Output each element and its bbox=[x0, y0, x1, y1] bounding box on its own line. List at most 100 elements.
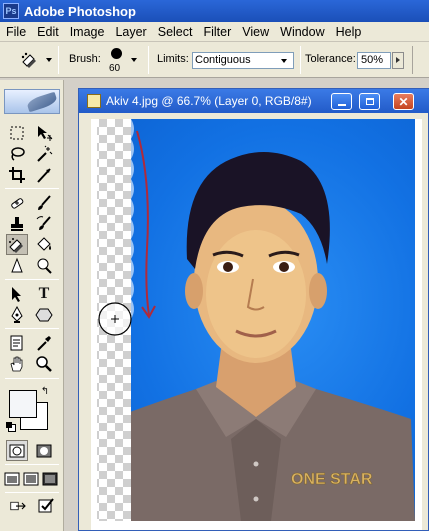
toolbox-divider bbox=[5, 279, 59, 280]
sharpen-tool[interactable] bbox=[6, 255, 28, 276]
screen-mode-menu-icon bbox=[23, 472, 39, 485]
menu-view[interactable]: View bbox=[236, 25, 274, 39]
eyedropper-tool[interactable] bbox=[33, 332, 55, 353]
custom-shape-tool[interactable] bbox=[33, 304, 55, 325]
dodge-tool[interactable] bbox=[33, 255, 55, 276]
quick-mask-icon bbox=[36, 444, 52, 457]
paint-bucket-icon bbox=[37, 236, 51, 251]
swap-colors-icon[interactable]: ↰ bbox=[38, 384, 52, 398]
menu-select[interactable]: Select bbox=[152, 25, 198, 39]
tolerance-slider-button[interactable] bbox=[392, 52, 404, 69]
crop-tool[interactable] bbox=[6, 164, 28, 185]
menu-image[interactable]: Image bbox=[64, 25, 110, 39]
toolbox-header[interactable] bbox=[4, 89, 60, 114]
restore-icon bbox=[365, 98, 374, 105]
hand-icon bbox=[10, 356, 23, 371]
slice-tool[interactable] bbox=[33, 164, 55, 185]
history-brush-tool[interactable] bbox=[33, 213, 55, 234]
path-selection-icon bbox=[12, 286, 21, 302]
hand-tool[interactable] bbox=[6, 353, 28, 374]
close-icon: ✕ bbox=[398, 94, 409, 109]
toolbox: T ↰ bbox=[0, 80, 64, 531]
foreground-color-swatch[interactable] bbox=[9, 390, 37, 418]
notes-tool[interactable] bbox=[6, 332, 28, 353]
minimize-icon bbox=[337, 103, 346, 106]
brush-tool[interactable] bbox=[33, 192, 55, 213]
close-button[interactable]: ✕ bbox=[393, 93, 414, 110]
toolbox-divider bbox=[5, 328, 59, 329]
eyedropper-icon bbox=[37, 335, 51, 351]
tool-preset-dropdown-icon[interactable] bbox=[46, 58, 52, 62]
checkmark-icon[interactable] bbox=[35, 495, 57, 516]
full-screen-mode-button[interactable] bbox=[41, 468, 59, 489]
limits-label: Limits: bbox=[157, 53, 189, 65]
options-divider bbox=[148, 46, 149, 74]
zoom-tool[interactable] bbox=[33, 353, 55, 374]
standard-mode-button[interactable] bbox=[6, 440, 28, 461]
background-eraser-icon bbox=[9, 237, 23, 253]
lasso-tool[interactable] bbox=[6, 143, 28, 164]
menu-layer[interactable]: Layer bbox=[109, 25, 151, 39]
type-tool[interactable]: T bbox=[33, 283, 55, 304]
document-title: Akiv 4.jpg @ 66.7% (Layer 0, RGB/8#) bbox=[106, 94, 312, 108]
quick-mask-button[interactable] bbox=[33, 440, 55, 461]
full-screen-menu-mode-button[interactable] bbox=[22, 468, 40, 489]
menu-help[interactable]: Help bbox=[330, 25, 367, 39]
app-titlebar: Ps Adobe Photoshop bbox=[0, 0, 429, 22]
minimize-button[interactable] bbox=[331, 93, 352, 110]
eraser-overlay bbox=[98, 119, 156, 336]
screen-mode-standard-icon bbox=[4, 472, 20, 485]
limits-select[interactable]: Contiguous bbox=[192, 52, 294, 69]
options-divider bbox=[300, 46, 301, 74]
pen-icon bbox=[11, 305, 23, 323]
healing-brush-icon bbox=[11, 197, 24, 209]
canvas-border-left bbox=[91, 119, 97, 530]
rectangular-marquee-tool[interactable] bbox=[6, 122, 28, 143]
document-icon bbox=[87, 94, 101, 108]
tolerance-input[interactable]: 50% bbox=[357, 52, 391, 69]
paint-bucket-tool[interactable] bbox=[33, 234, 55, 255]
check-icon bbox=[38, 497, 54, 512]
document-window: Akiv 4.jpg @ 66.7% (Layer 0, RGB/8#) ✕ O… bbox=[78, 88, 429, 531]
toolbox-divider bbox=[5, 492, 59, 493]
jump-to-imageready-button[interactable] bbox=[6, 495, 32, 516]
menu-window[interactable]: Window bbox=[274, 25, 329, 39]
sharpen-icon bbox=[11, 257, 23, 272]
zoom-icon bbox=[36, 355, 52, 372]
default-colors-icon[interactable] bbox=[6, 422, 16, 432]
menu-filter[interactable]: Filter bbox=[197, 25, 236, 39]
options-bar-edge bbox=[412, 46, 429, 74]
chevron-down-icon bbox=[281, 59, 287, 63]
path-selection-tool[interactable] bbox=[6, 283, 28, 304]
healing-brush-tool[interactable] bbox=[6, 192, 28, 213]
menu-edit[interactable]: Edit bbox=[31, 25, 64, 39]
canvas-border-bottom bbox=[91, 521, 422, 530]
standard-screen-mode-button[interactable] bbox=[3, 468, 21, 489]
brush-label: Brush: bbox=[69, 53, 101, 65]
menu-bar: File Edit Image Layer Select Filter View… bbox=[0, 22, 429, 42]
restore-button[interactable] bbox=[359, 93, 380, 110]
pen-tool[interactable] bbox=[6, 304, 28, 325]
lasso-icon bbox=[11, 146, 25, 161]
document-titlebar[interactable]: Akiv 4.jpg @ 66.7% (Layer 0, RGB/8#) ✕ bbox=[79, 89, 429, 113]
canvas[interactable]: ONE STAR bbox=[91, 119, 422, 530]
toolbox-divider bbox=[5, 464, 59, 465]
canvas-border-right bbox=[415, 119, 422, 530]
type-icon: T bbox=[38, 284, 50, 302]
menu-file[interactable]: File bbox=[0, 25, 31, 39]
imageready-icon bbox=[10, 501, 26, 510]
move-icon bbox=[38, 125, 53, 141]
photoshop-logo-icon: Ps bbox=[3, 3, 19, 19]
history-brush-icon bbox=[36, 215, 51, 230]
background-eraser-tool[interactable] bbox=[6, 234, 28, 255]
brush-dropdown-icon[interactable] bbox=[131, 58, 137, 62]
brush-size: 60 bbox=[109, 63, 121, 74]
clone-stamp-tool[interactable] bbox=[6, 213, 28, 234]
limits-value: Contiguous bbox=[195, 54, 251, 66]
options-divider bbox=[58, 46, 59, 74]
move-tool[interactable] bbox=[33, 122, 55, 143]
feather-logo-icon bbox=[25, 91, 59, 113]
brush-preview-icon[interactable] bbox=[111, 48, 122, 59]
tool-preset-picker[interactable] bbox=[20, 51, 42, 69]
magic-wand-tool[interactable] bbox=[33, 143, 55, 164]
